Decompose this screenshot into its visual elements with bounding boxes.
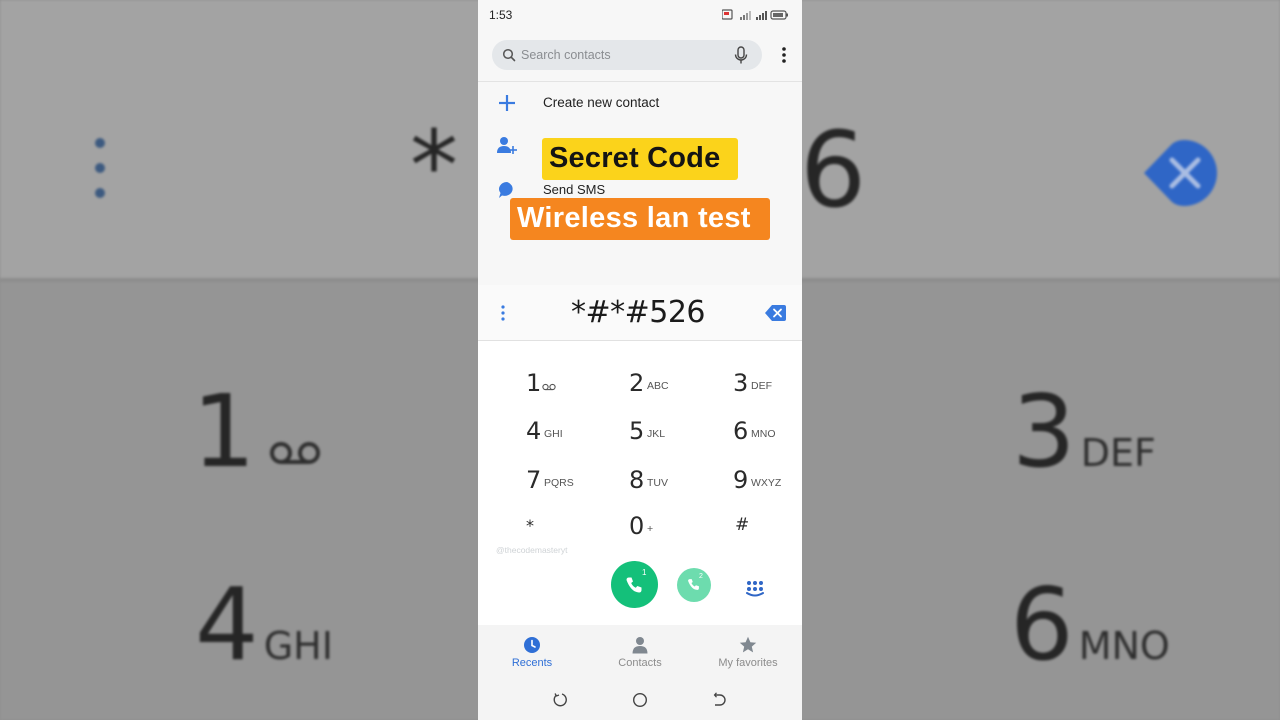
phone-icon — [626, 577, 642, 593]
call-sim2-button[interactable]: 2 — [677, 568, 711, 602]
sim1-label: 1 — [642, 568, 647, 577]
key-hash[interactable]: # — [735, 506, 802, 546]
home-icon[interactable] — [631, 691, 649, 709]
dialer-menu-icon[interactable] — [496, 303, 510, 323]
keypad: 1 2 ABC 3 DEF 4 GHI 5 JKL 6 MNO 7 PQRS 8… — [478, 341, 802, 625]
person-icon — [632, 637, 648, 654]
create-new-contact-link[interactable]: Create new contact — [543, 95, 659, 110]
bg-key-6: 6 MNO — [1010, 566, 1170, 683]
add-person-icon[interactable] — [496, 135, 518, 157]
key-2[interactable]: 2 ABC — [629, 363, 729, 403]
number-entry-bar: *#*#526 — [478, 285, 802, 341]
send-sms-link[interactable]: Send SMS — [543, 182, 605, 197]
wireless-lan-banner: Wireless lan test — [510, 198, 770, 240]
search-input[interactable] — [521, 40, 721, 70]
key-0[interactable]: 0 + — [629, 506, 729, 546]
bg-voicemail-icon — [269, 442, 320, 464]
divider — [478, 81, 802, 82]
watermark: @thecodemasteryt — [496, 545, 568, 555]
key-3[interactable]: 3 DEF — [733, 363, 802, 403]
plus-icon[interactable] — [496, 92, 518, 114]
bg-key-3: 3 DEF — [1012, 373, 1156, 490]
voicemail-icon — [542, 383, 556, 391]
key-6[interactable]: 6 MNO — [733, 411, 802, 451]
secret-code-title: Secret Code — [549, 142, 721, 174]
status-time: 1:53 — [489, 8, 513, 22]
tab-contacts-label: Contacts — [618, 657, 662, 669]
mic-icon[interactable] — [734, 46, 748, 65]
star-icon — [739, 636, 757, 653]
bg-key-1: 1 — [192, 382, 321, 482]
system-navigation-bar — [478, 681, 802, 720]
tab-contacts[interactable]: Contacts — [586, 625, 694, 681]
entered-number[interactable]: *#*#526 — [538, 295, 738, 330]
key-9[interactable]: 9 WXYZ — [733, 460, 802, 500]
more-options-icon[interactable] — [776, 45, 792, 65]
secret-code-banner: Secret Code — [542, 138, 738, 180]
bg-key-4: 4 GHI — [195, 566, 333, 683]
key-5[interactable]: 5 JKL — [629, 411, 729, 451]
key-star[interactable]: * — [526, 506, 626, 546]
bg-backspace-icon — [1144, 140, 1217, 206]
status-icons — [722, 9, 788, 20]
tab-favorites[interactable]: My favorites — [694, 625, 802, 681]
backspace-icon[interactable] — [764, 303, 788, 323]
bottom-navigation: Recents Contacts My favorites — [478, 625, 802, 681]
phone-screen: 1:53 Create new contact — [478, 0, 802, 720]
recent-apps-icon[interactable] — [552, 691, 570, 709]
bg-entered-digit: 6 — [800, 109, 867, 231]
clock-icon — [524, 637, 540, 653]
tab-favorites-label: My favorites — [718, 657, 778, 669]
status-bar: 1:53 — [478, 0, 802, 30]
key-7[interactable]: 7 PQRS — [526, 460, 626, 500]
search-icon — [502, 48, 516, 62]
bg-entered-text: * — [410, 110, 458, 222]
bg-overflow-dots — [93, 138, 107, 213]
tab-recents-label: Recents — [511, 657, 553, 669]
tab-recents[interactable]: Recents — [478, 625, 586, 681]
sim2-label: 2 — [699, 573, 703, 580]
back-icon[interactable] — [710, 691, 728, 709]
call-sim1-button[interactable]: 1 — [611, 561, 658, 608]
key-8[interactable]: 8 TUV — [629, 460, 729, 500]
search-bar[interactable] — [492, 40, 762, 70]
key-1[interactable]: 1 — [526, 363, 626, 403]
wireless-lan-subtitle: Wireless lan test — [517, 202, 751, 234]
dialpad-toggle-icon[interactable] — [744, 578, 766, 600]
key-4[interactable]: 4 GHI — [526, 411, 626, 451]
